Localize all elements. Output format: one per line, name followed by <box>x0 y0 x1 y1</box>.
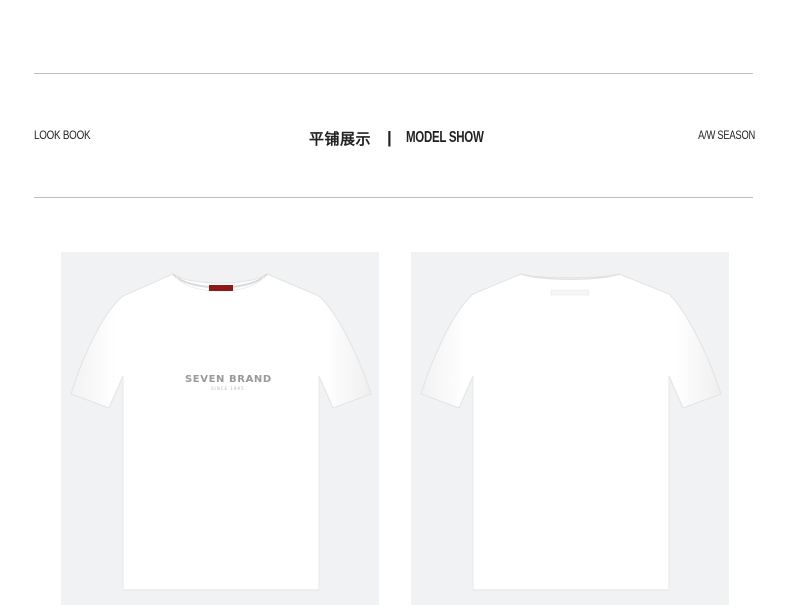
tshirt-front-image: SEVEN BRAND SINCE 1995 <box>70 273 372 591</box>
product-photo-back <box>411 252 729 605</box>
print-subtext: SINCE 1995 <box>211 386 244 391</box>
top-divider <box>34 73 753 74</box>
section-title-cn: 平铺展示 <box>309 129 372 148</box>
look-book-label: LOOK BOOK <box>34 128 91 142</box>
tshirt-back-image <box>420 273 722 591</box>
neck-label <box>209 285 233 291</box>
section-header: LOOK BOOK 平铺展示 | MODEL SHOW A/W SEASON <box>0 120 790 156</box>
season-label: A/W SEASON <box>698 128 755 142</box>
bottom-divider <box>34 197 753 198</box>
section-title: 平铺展示 | MODEL SHOW <box>309 126 514 150</box>
title-separator: | <box>387 128 392 147</box>
back-neck-tape <box>550 289 590 296</box>
print-text: SEVEN BRAND <box>185 374 272 385</box>
product-photo-front: SEVEN BRAND SINCE 1995 <box>61 252 379 605</box>
section-title-en: MODEL SHOW <box>405 129 484 146</box>
